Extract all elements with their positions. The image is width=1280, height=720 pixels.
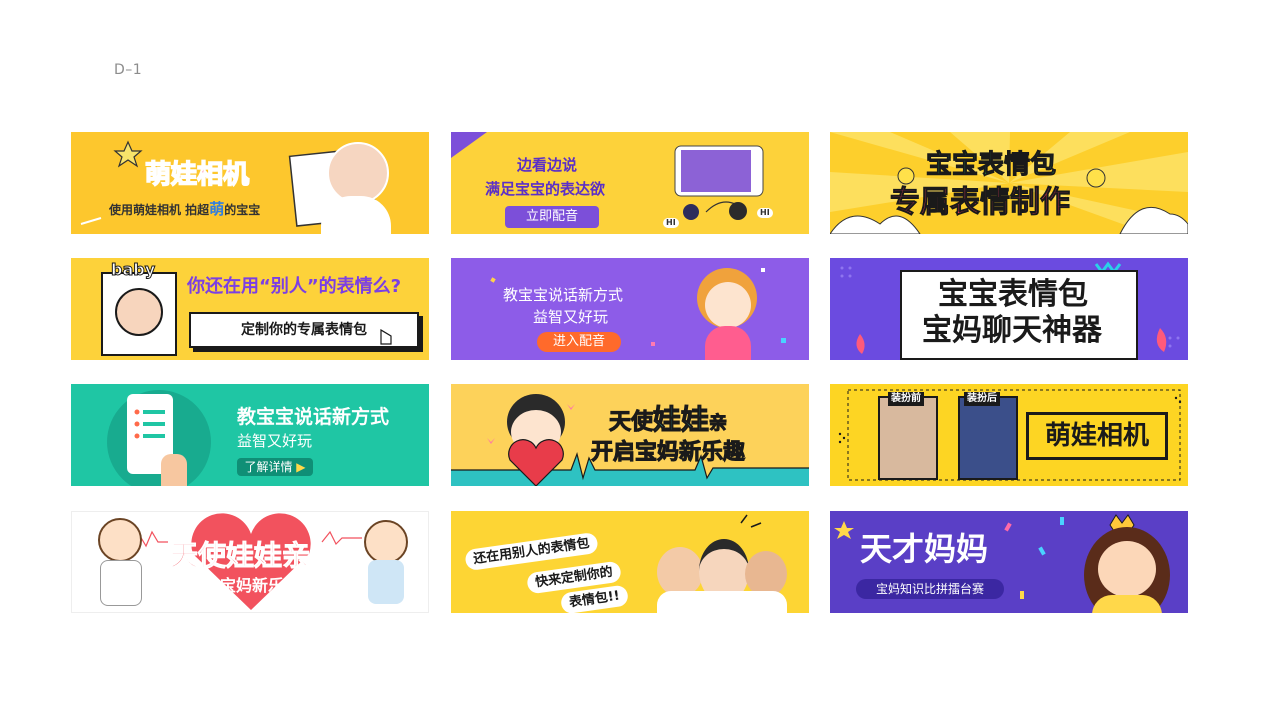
girl-cartoon xyxy=(364,520,408,564)
line1-b: 娃娃 xyxy=(653,403,710,436)
subtitle-b: 的宝宝 xyxy=(224,203,261,217)
banner-decoration xyxy=(490,268,786,346)
subtitle-highlight: 萌 xyxy=(209,200,225,218)
heart-icon xyxy=(508,439,564,486)
page-label: D–1 xyxy=(114,62,143,78)
banner-line1: 宝宝表情包 xyxy=(938,277,1088,312)
subtitle-a: 使用萌娃相机 拍超 xyxy=(109,203,210,217)
banner-line1: 宝宝表情包 xyxy=(925,150,1057,180)
banner-line2: 满足宝宝的表达欲 xyxy=(485,180,606,198)
banner-title: 天才妈妈 xyxy=(860,530,989,568)
before-label: 装扮前 xyxy=(888,392,924,406)
girl-face xyxy=(705,282,751,328)
banner-talking-teal[interactable]: 教宝宝说话新方式 益智又好玩 了解详情 ▶ xyxy=(71,384,429,486)
title-text: 萌娃相机 xyxy=(144,160,250,190)
kid-figure-left xyxy=(683,204,699,220)
banner-title: 天使娃娃亲 xyxy=(169,539,311,572)
banner-line2: 宝妈聊天神器 xyxy=(922,313,1102,348)
banner-line1: 边看边说 xyxy=(517,156,578,174)
banner-angel-baby-yellow[interactable]: 天使娃娃亲 开启宝妈新乐趣 xyxy=(451,384,809,486)
finger-hand xyxy=(161,454,187,486)
girl-body xyxy=(705,326,751,360)
mom-face xyxy=(1098,541,1156,597)
banner-line2: 益智又好玩 xyxy=(237,432,313,450)
hand-cursor-icon xyxy=(380,328,392,345)
banner-line2: 益智又好玩 xyxy=(533,308,609,326)
speech-bubble-b: HI xyxy=(757,208,773,218)
play-triangle-icon: ▶ xyxy=(292,460,306,474)
learn-more-label: 了解详情 xyxy=(244,460,293,474)
banner-grid: 萌娃相机 使用萌娃相机 拍超萌的宝宝 边看边说 满足宝宝的表达欲 立即配音 HI… xyxy=(71,132,1189,615)
banner-line2: 专属表情制作 xyxy=(890,185,1071,220)
banner-angel-baby-white[interactable]: 天使娃娃亲 开启宝妈新乐趣 xyxy=(71,511,429,613)
after-photo xyxy=(958,396,1018,480)
banner-title: 萌娃相机 xyxy=(144,160,250,190)
girl-body xyxy=(368,560,404,604)
banner-watch-and-talk[interactable]: 边看边说 满足宝宝的表达欲 立即配音 HI HI xyxy=(451,132,809,234)
boy-cartoon xyxy=(98,518,142,562)
banner-camera-before-after[interactable]: 装扮前 装扮后 萌娃相机 xyxy=(830,384,1188,486)
enter-dubbing-button[interactable]: 进入配音 xyxy=(537,332,621,352)
mom-body xyxy=(1092,595,1162,613)
banner-genius-mom[interactable]: 天才妈妈 宝妈知识比拼擂台赛 xyxy=(830,511,1188,613)
banner-line2: 开启宝妈新乐趣 xyxy=(590,440,746,465)
contest-pill[interactable]: 宝妈知识比拼擂台赛 xyxy=(856,579,1004,599)
banner-line1: 教宝宝说话新方式 xyxy=(503,286,624,304)
kids-bodies xyxy=(657,591,787,613)
banner-emoji-pack[interactable]: 宝宝表情包 专属表情制作 xyxy=(830,132,1188,234)
kid-photo-1 xyxy=(657,547,703,597)
banner-make-your-emoji[interactable]: 还在用别人的表情包 快来定制你的 表情包!! xyxy=(451,511,809,613)
dub-now-button[interactable]: 立即配音 xyxy=(505,206,599,228)
line1-c: 亲 xyxy=(709,413,728,434)
after-label: 装扮后 xyxy=(964,392,1000,406)
banner-line1: 教宝宝说话新方式 xyxy=(237,406,390,428)
banner-subtitle: 开启宝妈新乐趣 xyxy=(188,576,301,595)
banner-mom-chat[interactable]: 宝宝表情包 宝妈聊天神器 xyxy=(830,258,1188,360)
line1-a: 天使 xyxy=(608,410,654,435)
learn-more-button[interactable]: 了解详情 ▶ xyxy=(237,458,313,476)
banner-still-using-others[interactable]: baby 你还在用“别人”的表情么? 定制你的专属表情包 xyxy=(71,258,429,360)
title-box: 萌娃相机 xyxy=(1026,412,1168,460)
before-photo xyxy=(878,396,938,480)
baby-photo xyxy=(327,142,389,204)
speech-bubble-a: HI xyxy=(663,218,679,228)
boy-body xyxy=(100,560,142,606)
banner-cute-camera[interactable]: 萌娃相机 使用萌娃相机 拍超萌的宝宝 xyxy=(71,132,429,234)
kid-figure-right xyxy=(729,202,747,220)
banner-subtitle: 使用萌娃相机 拍超萌的宝宝 xyxy=(109,202,260,217)
banner-talking-purple[interactable]: 教宝宝说话新方式 益智又好玩 进入配音 xyxy=(451,258,809,360)
banner-line1: 天使娃娃亲 xyxy=(608,403,728,436)
